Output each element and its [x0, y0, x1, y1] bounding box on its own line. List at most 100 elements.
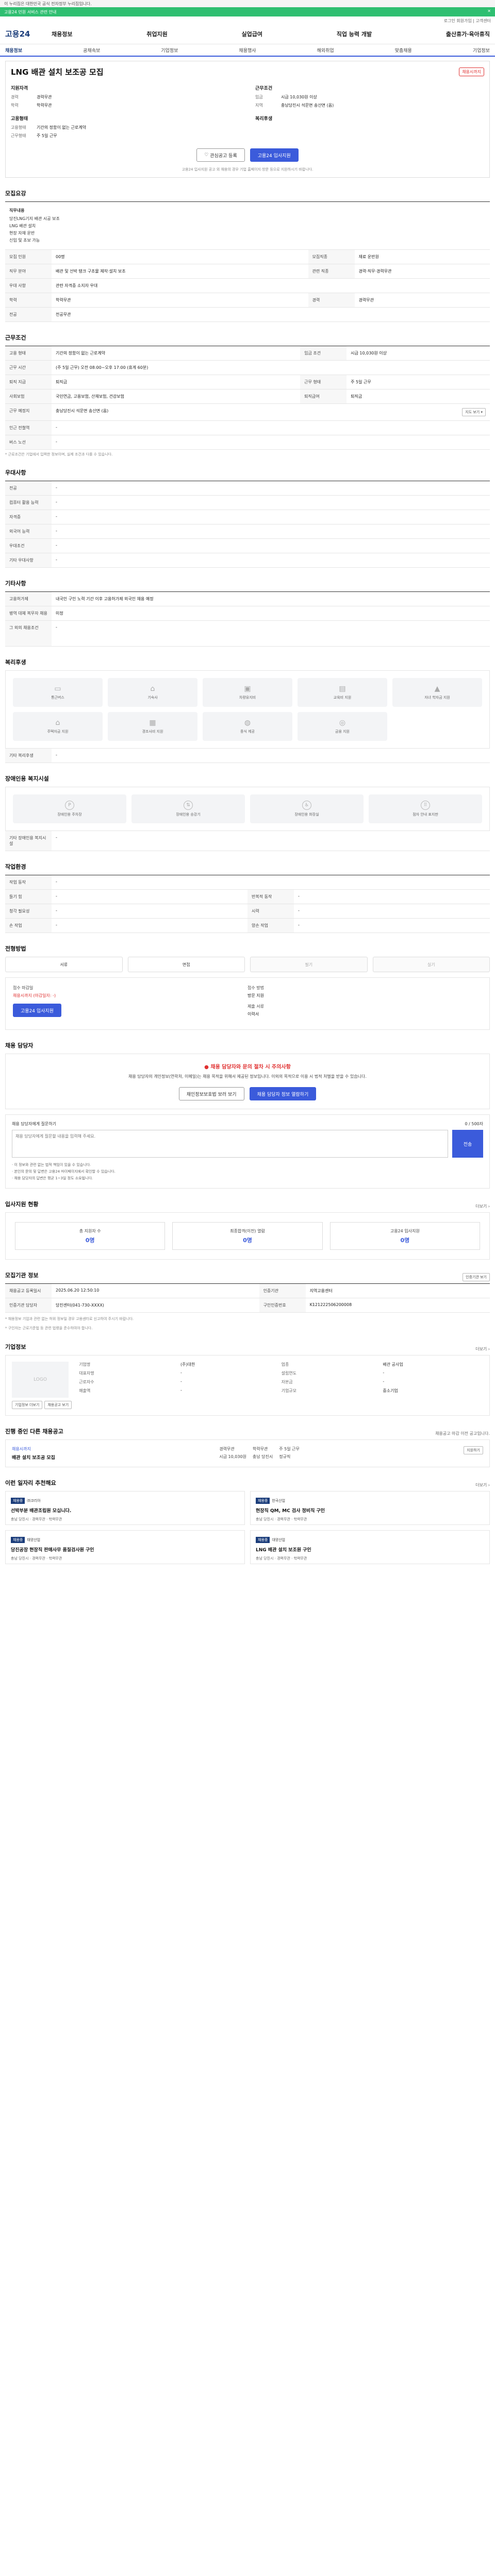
tab-custom[interactable]: 맞춤채용: [395, 47, 412, 54]
reco-card[interactable]: 채용중 태양산업 당진공장 현장직 판매사무 품질검사원 구인 충남 당진시 · 경력…: [5, 1530, 245, 1564]
disability-section: 장애인용 복지시설 P 장애인용 주차장 ⇅ 장애인용 승강기 ♿ 장애인용 화장실 …: [5, 774, 490, 851]
section-title: 이런 일자리 추천해요: [5, 1480, 56, 1486]
td: -: [52, 553, 490, 568]
gnb-item-leave[interactable]: 출산휴가·육아휴직: [446, 30, 490, 38]
td: 국민연금, 고용보험, 산재보험, 건강보험: [52, 389, 301, 404]
reco-card[interactable]: 채용중 ㈜코리아 선박부분 배관조립원 모십니다. 충남 당진시 · 경력무관 · 학…: [5, 1491, 245, 1525]
reco-badge: 채용중: [256, 1537, 270, 1543]
reco-card[interactable]: 채용중 대양산업 LNG 배관 설치 보조원 구인 충남 당진시 · 경력무관 · 학…: [250, 1530, 490, 1564]
contact-alert: ● 채용 담당자와 문의 절차 시 주의사항 채용 담당자의 개인정보(연락처,…: [5, 1054, 490, 1109]
apply-button[interactable]: 고용24 입사지원: [250, 148, 299, 162]
deadline-badge: 채용시까지: [459, 67, 484, 76]
td: 00명: [52, 250, 308, 264]
info-key: 대표자명: [79, 1371, 94, 1376]
section-title: 우대사항: [5, 469, 26, 476]
gnb-item-training[interactable]: 직업 능력 개발: [337, 30, 372, 38]
site-logo[interactable]: 고용24: [5, 28, 52, 39]
gnb-item-benefit[interactable]: 실업급여: [241, 30, 262, 38]
org-section: 모집기관 정보 인증기관 보기 채용공고 등록일시 2025.06.20 12:5…: [5, 1271, 490, 1331]
bus-icon: ▭: [54, 685, 61, 693]
apply-note: 고용24 입사지원 공고 외 채용의 경우 기업 홈페이지·방문 등으로 지원하…: [182, 167, 314, 172]
dorm-icon: ⌂: [150, 685, 155, 693]
question-input[interactable]: [12, 1130, 448, 1158]
reco-title[interactable]: 당진공장 현장직 판매사무 품질검사원 구인: [11, 1546, 239, 1553]
info-value: 중소기업: [383, 1388, 398, 1393]
tag: 주 5일 근무: [279, 1447, 300, 1451]
more-link[interactable]: 더보기 ›: [475, 1482, 490, 1488]
kv-value: 시급 10,030원 이상: [281, 95, 317, 99]
deadline-label: 접수 마감일: [13, 986, 34, 990]
method-value: 방문 지원: [248, 993, 264, 998]
reco-title[interactable]: LNG 배관 설치 보조원 구인: [256, 1546, 484, 1553]
reco-company: 한국산업: [272, 1499, 286, 1503]
send-button[interactable]: 전송: [452, 1130, 483, 1158]
tab-event[interactable]: 채용행사: [239, 47, 256, 54]
scrap-button[interactable]: ♡ 관심공고 등록: [196, 148, 245, 162]
more-link[interactable]: 더보기 ›: [475, 1346, 490, 1352]
apply-button-2[interactable]: 고용24 입사지원: [13, 1004, 61, 1017]
tab-public[interactable]: 공채속보: [83, 47, 100, 54]
map-toggle-button[interactable]: 지도 보기 ▾: [462, 408, 486, 416]
reco-cards: 채용중 ㈜코리아 선박부분 배관조립원 모십니다. 충남 당진시 · 경력무관 · 학…: [5, 1491, 490, 1564]
td: -: [52, 620, 490, 647]
reco-title[interactable]: 선박부분 배관조립원 모십니다.: [11, 1507, 239, 1514]
stats-section: 입사지원 현황 더보기 › 총 지원자 수 0명 최종합격(이전) 열람 0명 고용…: [5, 1200, 490, 1260]
close-icon[interactable]: ✕: [487, 9, 491, 13]
td: -: [52, 420, 490, 435]
reco-company: ㈜코리아: [27, 1499, 41, 1503]
info-value: -: [180, 1379, 182, 1384]
question-note: · 이 정보와 관련 없는 법적 책임이 있을 수 있습니다.: [12, 1163, 91, 1167]
company-section: 기업정보 더보기 › LOGO 기업정보 더보기 채용공고 보기 기업명 (주)대…: [5, 1343, 490, 1416]
org-view-button[interactable]: 인증기관 보기: [463, 1273, 490, 1281]
td: -: [52, 495, 490, 510]
similar-card[interactable]: 채용시까지 배관 설치 보조공 모집 경력무관 학력무관 주 5일 근무 시급 …: [5, 1439, 490, 1467]
welfare-item: ▣ 차량유지비: [203, 678, 292, 707]
preference-section: 우대사항 전공 - 컴퓨터 활용 능력 - 자격증 - 외국어 능력 - 우대조건 - 기…: [5, 468, 490, 568]
th: 우대조건: [5, 538, 52, 553]
privacy-law-button[interactable]: 채인정보보호법 보러 보기: [178, 1087, 244, 1100]
info-key: 업종: [281, 1362, 289, 1367]
welfare-other-table: 기타 복리후생 -: [5, 749, 490, 763]
td: 내국인 구인 노력 기간 이후 고용허가제 외국인 채용 예정: [52, 592, 490, 606]
char-counter: 0 / 500자: [465, 1122, 483, 1126]
company-more-button[interactable]: 기업정보 더보기: [12, 1401, 43, 1409]
section-title: 입사지원 현황: [5, 1201, 39, 1208]
recruit-table: 모집 인원 00명 모집직종 재료 운반원 직무 분야 배관 및 선박 탱크 구조물 제…: [5, 250, 490, 322]
job-title: LNG 배관 설치 보조공 모집: [11, 67, 104, 77]
duty-box: 직무내용 당진LNG기지 배관 시공 보조 LNG 배관 설치 현장 자재 운반…: [5, 202, 490, 250]
stat-card: 총 지원자 수 0명: [15, 1222, 166, 1250]
th: 학력: [5, 293, 52, 308]
tab-company-2[interactable]: 기업정보: [473, 47, 490, 54]
th: 컴퓨터 활용 능력: [5, 495, 52, 510]
etc-table: 고용허가제 내국인 구인 노력 기간 이후 고용허가제 외국인 채용 예정 병역 …: [5, 592, 490, 647]
deadline-value: 채용시까지 (마감일자: -): [13, 993, 56, 998]
reco-title[interactable]: 현장직 QM, MC 검사 정비직 구인: [256, 1507, 484, 1514]
kv-key: 임금: [255, 95, 263, 99]
restroom-icon: ♿: [302, 801, 311, 810]
gnb-item-jobs[interactable]: 채용정보: [52, 30, 72, 38]
tab-jobs[interactable]: 채용정보: [5, 47, 22, 54]
cap-icon: ▲: [434, 685, 440, 693]
more-link[interactable]: 더보기 ›: [475, 1204, 490, 1209]
info-key: 근로자수: [79, 1380, 94, 1384]
tab-overseas[interactable]: 해외취업: [317, 47, 334, 54]
tab-company[interactable]: 기업정보: [161, 47, 178, 54]
kv-value: 학력무관: [37, 103, 52, 108]
utility-links[interactable]: 로그인 회원가입 | 고객센터: [0, 16, 495, 24]
view-contact-button[interactable]: 채용 담당자 정보 열람하기: [249, 1087, 317, 1100]
th: 관련 직종: [308, 264, 355, 279]
similar-apply-button[interactable]: 지원하기: [464, 1446, 483, 1454]
preference-table: 전공 - 컴퓨터 활용 능력 - 자격증 - 외국어 능력 - 우대조건 - 기타 우대사…: [5, 481, 490, 568]
kv-key: 경력: [11, 95, 19, 99]
docs-label: 제출 서류: [248, 1004, 264, 1009]
gnb-item-support[interactable]: 취업지원: [146, 30, 167, 38]
kv-key: 고용형태: [11, 125, 26, 130]
company-jobs-button[interactable]: 채용공고 보기: [44, 1401, 72, 1409]
info-key: 기업규모: [281, 1388, 297, 1393]
kv-key: 지역: [255, 103, 263, 108]
reco-card[interactable]: 채용중 한국산업 현장직 QM, MC 검사 정비직 구인 충남 당진시 · 경력무관…: [250, 1491, 490, 1525]
td: 지역고용센터: [305, 1284, 490, 1298]
th: 인근 전철역: [5, 420, 52, 435]
similar-title[interactable]: 배관 설치 보조공 모집: [12, 1454, 55, 1461]
org-table: 채용공고 등록일시 2025.06.20 12:50:10 인증기관 지역고용센터 인…: [5, 1284, 490, 1313]
